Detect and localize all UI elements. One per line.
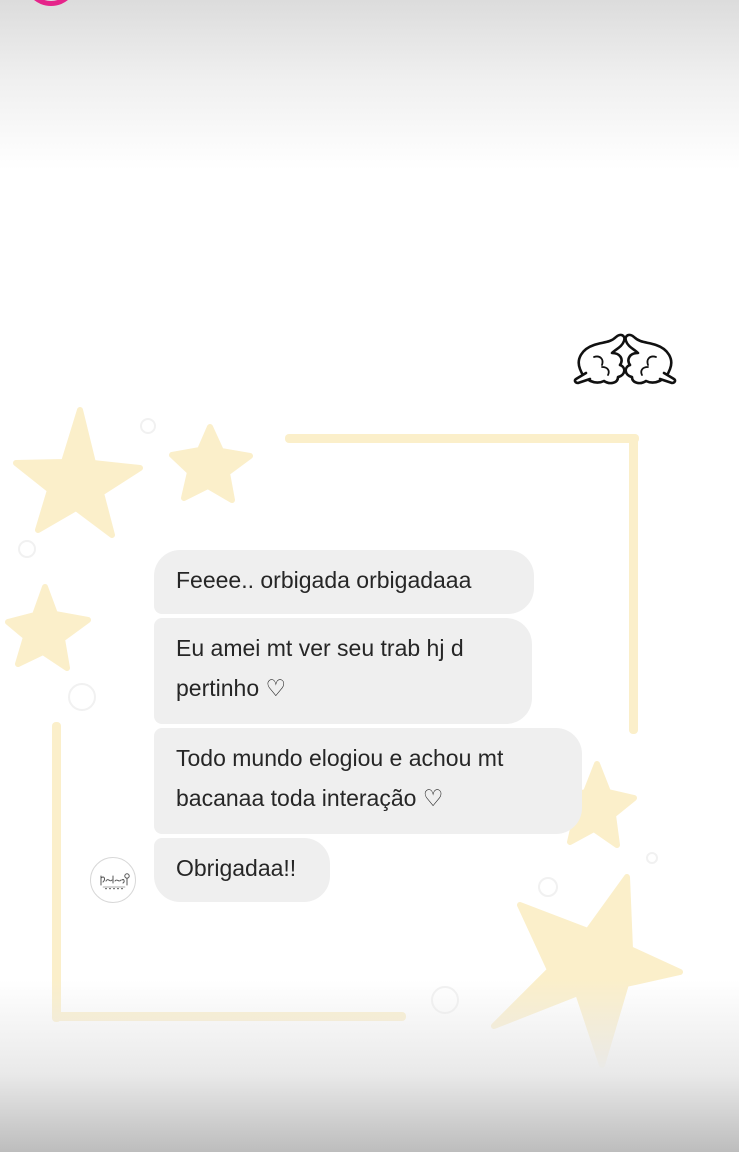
brand-logo-icon [100, 873, 130, 890]
message-bubble[interactable]: Obrigadaa!! [154, 838, 330, 902]
message-bubble[interactable]: Todo mundo elogiou e achou mt bacanaa to… [154, 728, 582, 834]
bottom-fade [0, 980, 739, 1152]
sender-avatar[interactable] [90, 857, 136, 903]
message-bubble[interactable]: Eu amei mt ver seu trab hj d pertinho ♡ [154, 618, 532, 724]
message-bubble[interactable]: Feeee.. orbigada orbigadaaa [154, 550, 534, 614]
